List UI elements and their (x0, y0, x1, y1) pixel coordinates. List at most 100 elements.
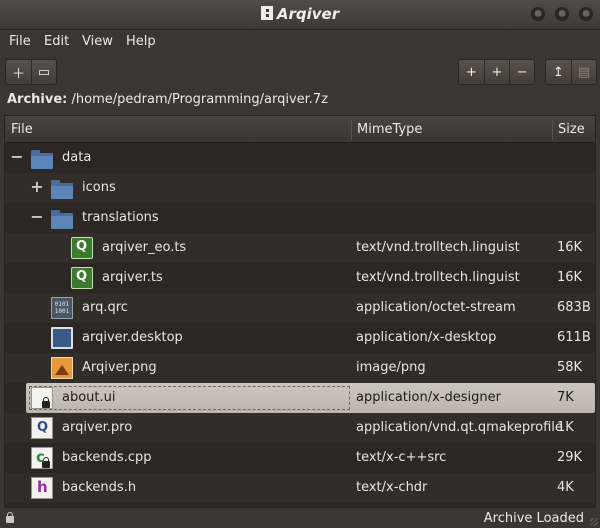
archive-path-line: Archive: /home/pedram/Programming/arqive… (7, 92, 328, 107)
file-name: backends.cpp (62, 450, 152, 465)
tree-row[interactable]: arqiver.pro application/vnd.qt.qmakeprofi… (5, 413, 595, 443)
column-header-size[interactable]: Size (552, 116, 595, 143)
add-file-icon: + (466, 64, 477, 80)
toolbar-group-extract: ↥ ▤ (545, 59, 597, 85)
minimize-button[interactable] (531, 7, 545, 21)
new-archive-button[interactable]: ＋ (6, 60, 31, 84)
file-mimetype: application/x-designer (356, 390, 501, 405)
lock-icon (42, 457, 50, 468)
toolbar-group-edit: + + − (458, 59, 535, 85)
open-archive-button[interactable]: ▭ (31, 60, 56, 84)
add-folder-button[interactable]: + (484, 60, 509, 84)
open-folder-icon: ▭ (37, 64, 51, 80)
menu-view[interactable]: View (82, 34, 113, 49)
qt-linguist-icon (71, 267, 93, 289)
resize-grip[interactable] (590, 518, 598, 526)
binary-line: 0101 (54, 301, 70, 308)
tree-row[interactable]: − translations (5, 203, 595, 233)
remove-button[interactable]: − (509, 60, 534, 84)
tree-row[interactable]: Arqiver.png image/png 58K (5, 353, 595, 383)
file-mimetype: image/png (356, 360, 426, 375)
status-text: Archive Loaded (483, 511, 584, 526)
title-bar: Arqiver (0, 0, 600, 30)
tree-row[interactable]: + icons (5, 173, 595, 203)
status-bar: Archive Loaded (0, 509, 600, 528)
file-name: data (62, 150, 92, 165)
extract-icon: ↥ (553, 64, 564, 80)
folder-icon (51, 210, 73, 229)
tree-row[interactable]: − data (5, 143, 595, 173)
folder-icon (31, 150, 53, 169)
folder-icon (51, 180, 73, 199)
file-size: 16K (557, 270, 583, 285)
file-size: 4K (557, 480, 574, 495)
binary-file-icon: 0101 1001 (51, 297, 73, 319)
menu-edit[interactable]: Edit (44, 34, 69, 49)
file-name: arqiver.desktop (82, 330, 183, 345)
file-name: arq.qrc (82, 300, 128, 315)
extract-button[interactable]: ↥ (546, 60, 571, 84)
remove-icon: − (516, 64, 528, 80)
tree-row[interactable]: backends.cpp text/x-c++src 29K (5, 443, 595, 473)
tree-row[interactable]: arqiver.desktop application/x-desktop 611B (5, 323, 595, 353)
archive-path: /home/pedram/Programming/arqiver.7z (71, 92, 329, 107)
file-mimetype: text/x-c++src (356, 450, 447, 465)
new-archive-icon: ＋ (11, 66, 25, 82)
tree-row[interactable]: 0101 1001 arq.qrc application/octet-stream 6… (5, 293, 595, 323)
window-title-text: Arqiver (276, 5, 340, 23)
menu-bar: File Edit View Help (0, 30, 600, 54)
binary-line: 1001 (54, 308, 70, 315)
file-size: 1K (557, 420, 574, 435)
tree-row[interactable]: arqiver_eo.ts text/vnd.trolltech.linguist… (5, 233, 595, 263)
file-size: 16K (557, 240, 583, 255)
file-size: 683B (557, 300, 591, 315)
window-title: Arqiver (0, 5, 600, 23)
file-mimetype: application/octet-stream (356, 300, 516, 315)
close-button[interactable] (579, 7, 593, 21)
collapse-icon[interactable]: − (30, 209, 44, 225)
view-button[interactable]: ▤ (571, 60, 596, 84)
header-file-icon (31, 477, 53, 499)
desktop-file-icon (51, 327, 73, 349)
menu-help[interactable]: Help (126, 34, 156, 49)
toolbar: ＋ ▭ + + − ↥ ▤ (0, 56, 600, 88)
add-folder-icon: + (491, 64, 503, 80)
add-file-button[interactable]: + (459, 60, 484, 84)
file-name: backends.h (62, 480, 137, 495)
tree-header: File MimeType Size (5, 116, 595, 143)
file-mimetype: application/x-desktop (356, 330, 497, 345)
menu-file[interactable]: File (9, 34, 31, 49)
file-size: 7K (557, 390, 574, 405)
file-mimetype: application/vnd.qt.qmakeprofile (356, 420, 563, 435)
file-name: arqiver_eo.ts (102, 240, 187, 255)
file-size: 611B (557, 330, 591, 345)
file-name: translations (82, 210, 159, 225)
tree-row[interactable]: backends.h text/x-chdr 4K (5, 473, 595, 503)
lock-icon (42, 397, 50, 408)
view-icon: ▤ (577, 64, 591, 80)
file-name: Arqiver.png (82, 360, 157, 375)
file-tree[interactable]: File MimeType Size − data + icons − translati… (4, 115, 596, 508)
app-logo-icon (260, 6, 273, 20)
file-name: arqiver.ts (102, 270, 163, 285)
image-file-icon (51, 357, 73, 379)
qt-linguist-icon (71, 237, 93, 259)
ui-file-icon (31, 387, 53, 409)
file-mimetype: text/vnd.trolltech.linguist (356, 240, 520, 255)
file-name: arqiver.pro (62, 420, 133, 435)
archive-label: Archive: (7, 92, 68, 107)
lock-icon (6, 512, 14, 523)
collapse-icon[interactable]: − (10, 149, 24, 165)
expand-icon[interactable]: + (30, 179, 44, 195)
toolbar-group-file: ＋ ▭ (5, 59, 57, 85)
tree-row[interactable]: arqiver.ts text/vnd.trolltech.linguist 16K (5, 263, 595, 293)
column-header-file[interactable]: File (5, 116, 351, 143)
file-mimetype: text/x-chdr (356, 480, 428, 495)
tree-row[interactable]: about.ui application/x-designer 7K (26, 383, 595, 413)
cpp-file-icon (31, 447, 53, 469)
column-header-mimetype[interactable]: MimeType (351, 116, 552, 143)
qmake-file-icon (31, 417, 53, 439)
maximize-button[interactable] (555, 7, 569, 21)
file-size: 29K (557, 450, 583, 465)
file-name: icons (82, 180, 116, 195)
